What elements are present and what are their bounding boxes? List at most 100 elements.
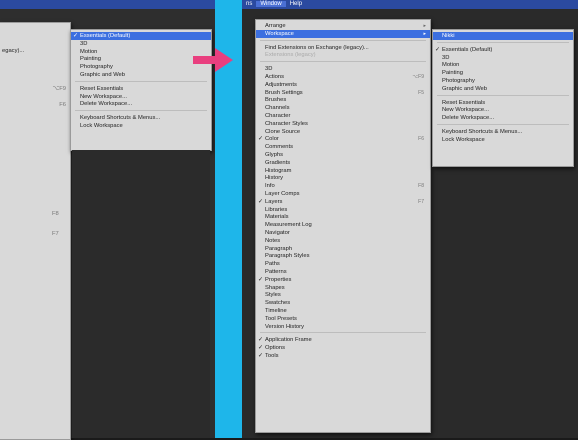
menubar-item[interactable]: ns bbox=[242, 1, 256, 7]
right-workspace-item-3d[interactable]: 3D bbox=[433, 54, 573, 62]
window-item-tools[interactable]: ✓ Tools bbox=[256, 352, 430, 360]
window-item-actions[interactable]: Actions ⌥F9 bbox=[256, 73, 430, 81]
left-workspace-item-motion[interactable]: Motion bbox=[71, 48, 211, 56]
menubar-help[interactable]: Help bbox=[286, 1, 306, 7]
window-item-libraries[interactable]: Libraries bbox=[256, 206, 430, 214]
window-item-label: Navigator bbox=[265, 230, 290, 236]
window-item-paragraph-styles[interactable]: Paragraph Styles bbox=[256, 252, 430, 260]
window-item-arrange[interactable]: Arrange ▸ bbox=[256, 22, 430, 30]
menu-separator bbox=[260, 39, 426, 41]
window-item-character[interactable]: Character bbox=[256, 112, 430, 120]
window-item-clone-source[interactable]: Clone Source bbox=[256, 128, 430, 136]
left-workspace-item-painting[interactable]: Painting bbox=[71, 55, 211, 63]
left-workspace-item-lock-workspace[interactable]: Lock Workspace bbox=[71, 122, 211, 130]
window-item-options[interactable]: ✓ Options bbox=[256, 344, 430, 352]
window-item-paths[interactable]: Paths bbox=[256, 260, 430, 268]
window-item-workspace[interactable]: Workspace ▸ bbox=[256, 29, 430, 38]
right-workspace-item-nikki[interactable]: Nikki bbox=[433, 32, 573, 40]
right-workspace-item-label: New Workspace... bbox=[442, 107, 489, 114]
left-workspace-item-reset-essentials[interactable]: Reset Essentials bbox=[71, 85, 211, 93]
left-workspace-item-graphic-and-web[interactable]: Graphic and Web bbox=[71, 71, 211, 79]
window-item-character-styles[interactable]: Character Styles bbox=[256, 120, 430, 128]
left-workspace-item-label: Graphic and Web bbox=[80, 72, 126, 78]
menu-separator bbox=[260, 332, 426, 334]
menu-separator bbox=[437, 41, 569, 43]
window-item-patterns[interactable]: Patterns bbox=[256, 268, 430, 276]
window-item-info[interactable]: Info F8 bbox=[256, 182, 430, 190]
window-item-navigator[interactable]: Navigator bbox=[256, 229, 430, 237]
window-item-color[interactable]: ✓ Color F6 bbox=[256, 135, 430, 143]
window-item-styles[interactable]: Styles bbox=[256, 291, 430, 299]
window-item-find-extensions-on-exchange-legacy[interactable]: Find Extensions on Exchange (legacy)... bbox=[256, 44, 430, 52]
left-workspace-item-keyboard-shortcuts-menus[interactable]: Keyboard Shortcuts & Menus... bbox=[71, 114, 211, 122]
left-workspace-item-label: Motion bbox=[80, 48, 98, 55]
shortcut-label: ⌥F9 bbox=[412, 74, 424, 80]
right-workspace-item-delete-workspace[interactable]: Delete Workspace... bbox=[433, 114, 573, 122]
window-item-label: Workspace bbox=[265, 30, 294, 37]
window-item-label: Actions bbox=[265, 74, 285, 80]
menu-separator bbox=[75, 80, 207, 82]
submenu-arrow-icon: ▸ bbox=[423, 23, 426, 29]
window-item-label: Libraries bbox=[265, 206, 288, 213]
left-workspace-item-delete-workspace[interactable]: Delete Workspace... bbox=[71, 100, 211, 108]
shortcut-label: F5 bbox=[418, 89, 424, 96]
window-item-application-frame[interactable]: ✓ Application Frame bbox=[256, 336, 430, 344]
left-workspace-item-label: Keyboard Shortcuts & Menus... bbox=[80, 115, 161, 122]
window-item-measurement-log[interactable]: Measurement Log bbox=[256, 221, 430, 229]
window-item-layers[interactable]: ✓ Layers F7 bbox=[256, 198, 430, 206]
window-item-version-history[interactable]: Version History bbox=[256, 323, 430, 331]
window-item-paragraph[interactable]: Paragraph bbox=[256, 245, 430, 253]
right-workspace-item-reset-essentials[interactable]: Reset Essentials bbox=[433, 99, 573, 107]
window-item-gradients[interactable]: Gradients bbox=[256, 159, 430, 167]
window-item-glyphs[interactable]: Glyphs bbox=[256, 151, 430, 159]
window-item-label: Arrange bbox=[265, 23, 286, 29]
window-item-label: Layers bbox=[265, 198, 283, 205]
right-workspace-item-lock-workspace[interactable]: Lock Workspace bbox=[433, 136, 573, 144]
right-workspace-item-essentials-default[interactable]: ✓ Essentials (Default) bbox=[433, 46, 573, 54]
window-item-extensions-legacy[interactable]: Extensions (legacy) bbox=[256, 51, 430, 59]
right-workspace-item-motion[interactable]: Motion bbox=[433, 61, 573, 69]
right-workspace-item-photography[interactable]: Photography bbox=[433, 77, 573, 85]
right-workspace-item-keyboard-shortcuts-menus[interactable]: Keyboard Shortcuts & Menus... bbox=[433, 128, 573, 136]
window-item-swatches[interactable]: Swatches bbox=[256, 299, 430, 307]
left-hint: F8 bbox=[52, 211, 59, 217]
left-workspace-item-new-workspace[interactable]: New Workspace... bbox=[71, 93, 211, 101]
right-workspace-item-painting[interactable]: Painting bbox=[433, 69, 573, 77]
window-item-channels[interactable]: Channels bbox=[256, 104, 430, 112]
right-workspace-item-graphic-and-web[interactable]: Graphic and Web bbox=[433, 85, 573, 93]
window-item-materials[interactable]: Materials bbox=[256, 213, 430, 221]
window-item-adjustments[interactable]: Adjustments bbox=[256, 81, 430, 89]
left-workspace-item-photography[interactable]: Photography bbox=[71, 63, 211, 71]
window-item-properties[interactable]: ✓ Properties bbox=[256, 276, 430, 284]
window-item-label: Paragraph bbox=[265, 245, 293, 252]
left-partial-item[interactable]: egacy)... bbox=[0, 47, 70, 55]
left-workspace-item-label: Lock Workspace bbox=[80, 123, 123, 129]
window-item-layer-comps[interactable]: Layer Comps bbox=[256, 190, 430, 198]
window-item-notes[interactable]: Notes bbox=[256, 237, 430, 245]
window-item-label: Gradients bbox=[265, 159, 291, 166]
checkmark-icon: ✓ bbox=[258, 345, 264, 352]
window-item-tool-presets[interactable]: Tool Presets bbox=[256, 315, 430, 323]
left-workspace-item-essentials-default[interactable]: ✓ Essentials (Default) bbox=[71, 32, 211, 40]
window-item-histogram[interactable]: Histogram bbox=[256, 167, 430, 175]
right-workspace-submenu: Nikki ✓ Essentials (Default) 3D Motion Painti… bbox=[432, 29, 574, 167]
right-workspace-item-new-workspace[interactable]: New Workspace... bbox=[433, 106, 573, 114]
right-menubar: ns Window Help bbox=[242, 0, 578, 9]
window-item-history[interactable]: History bbox=[256, 174, 430, 182]
window-item-brush-settings[interactable]: Brush Settings F5 bbox=[256, 89, 430, 97]
left-workspace-item-3d[interactable]: 3D bbox=[71, 40, 211, 48]
window-item-shapes[interactable]: Shapes bbox=[256, 284, 430, 292]
window-item-label: Materials bbox=[265, 214, 289, 221]
shortcut-label: F7 bbox=[418, 198, 424, 205]
window-item-timeline[interactable]: Timeline bbox=[256, 307, 430, 315]
window-item-label: History bbox=[265, 175, 284, 182]
window-item-label: Swatches bbox=[265, 300, 291, 307]
window-item-comments[interactable]: Comments bbox=[256, 143, 430, 151]
left-hint: F7 bbox=[52, 231, 59, 237]
left-workspace-item-label: Painting bbox=[80, 56, 101, 63]
window-item-label: Channels bbox=[265, 105, 290, 112]
window-item-brushes[interactable]: Brushes bbox=[256, 96, 430, 104]
window-item-label: Tool Presets bbox=[265, 315, 297, 322]
menubar-window[interactable]: Window bbox=[256, 1, 286, 7]
window-item-3d[interactable]: 3D bbox=[256, 65, 430, 73]
